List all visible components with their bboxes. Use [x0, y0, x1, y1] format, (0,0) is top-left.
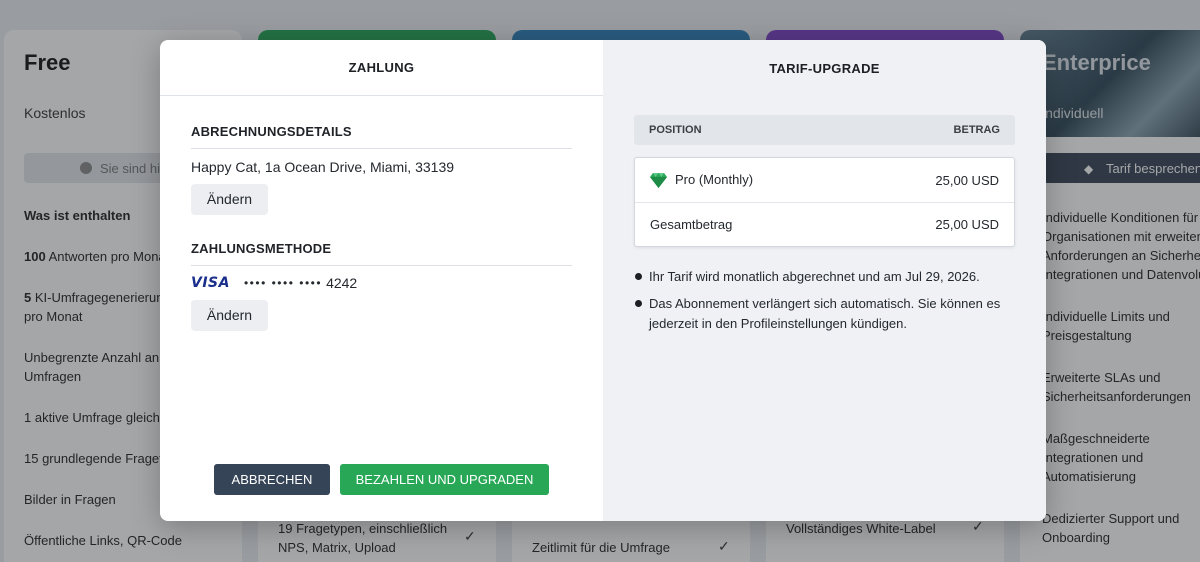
table-row: Gesamtbetrag 25,00 USD — [635, 202, 1014, 246]
tab-upgrade[interactable]: TARIF-UPGRADE — [603, 40, 1046, 96]
payment-upgrade-modal: ZAHLUNG ABRECHNUNGSDETAILS Happy Cat, 1a… — [160, 40, 1046, 521]
line-item-amount: 25,00 USD — [935, 172, 999, 188]
change-payment-button[interactable]: Ändern — [191, 300, 268, 331]
billing-notes: Ihr Tarif wird monatlich abgerechnet und… — [634, 267, 1015, 341]
payment-method-section: ZAHLUNGSMETHODE VISA •••• •••• •••• 4242… — [191, 241, 572, 331]
pay-and-upgrade-button[interactable]: BEZAHLEN UND UPGRADEN — [340, 464, 549, 495]
change-billing-button[interactable]: Ändern — [191, 184, 268, 215]
line-item-name: Pro (Monthly) — [675, 171, 754, 187]
diamond-icon — [650, 173, 667, 189]
total-amount: 25,00 USD — [935, 217, 999, 232]
billing-note: Das Abonnement verlängert sich automatis… — [634, 294, 1015, 334]
payment-method-title: ZAHLUNGSMETHODE — [191, 241, 572, 266]
line-item: Pro (Monthly) — [650, 171, 754, 189]
tab-payment[interactable]: ZAHLUNG — [160, 40, 603, 96]
modal-actions: ABBRECHEN BEZAHLEN UND UPGRADEN — [214, 464, 549, 495]
card-number-mask: •••• •••• •••• — [243, 276, 323, 290]
total-label: Gesamtbetrag — [650, 217, 733, 232]
summary-table-header: POSITION BETRAG — [634, 115, 1015, 145]
column-amount: BETRAG — [953, 124, 1000, 136]
card-last4: 4242 — [326, 275, 358, 291]
billing-details-title: ABRECHNUNGSDETAILS — [191, 124, 572, 149]
payment-panel: ZAHLUNG ABRECHNUNGSDETAILS Happy Cat, 1a… — [160, 40, 603, 521]
cancel-button[interactable]: ABBRECHEN — [214, 464, 330, 495]
table-row: Pro (Monthly) 25,00 USD — [635, 158, 1014, 202]
billing-address: Happy Cat, 1a Ocean Drive, Miami, 33139 — [191, 159, 455, 175]
upgrade-summary-panel: TARIF-UPGRADE POSITION BETRAG Pro (Month… — [603, 40, 1046, 521]
summary-table: Pro (Monthly) 25,00 USD Gesamtbetrag 25,… — [634, 157, 1015, 247]
saved-card: VISA •••• •••• •••• 4242 — [191, 275, 572, 291]
billing-note: Ihr Tarif wird monatlich abgerechnet und… — [634, 267, 1015, 287]
column-position: POSITION — [649, 124, 702, 136]
billing-details-section: ABRECHNUNGSDETAILS Happy Cat, 1a Ocean D… — [191, 124, 572, 215]
visa-logo-icon: VISA — [191, 275, 230, 291]
